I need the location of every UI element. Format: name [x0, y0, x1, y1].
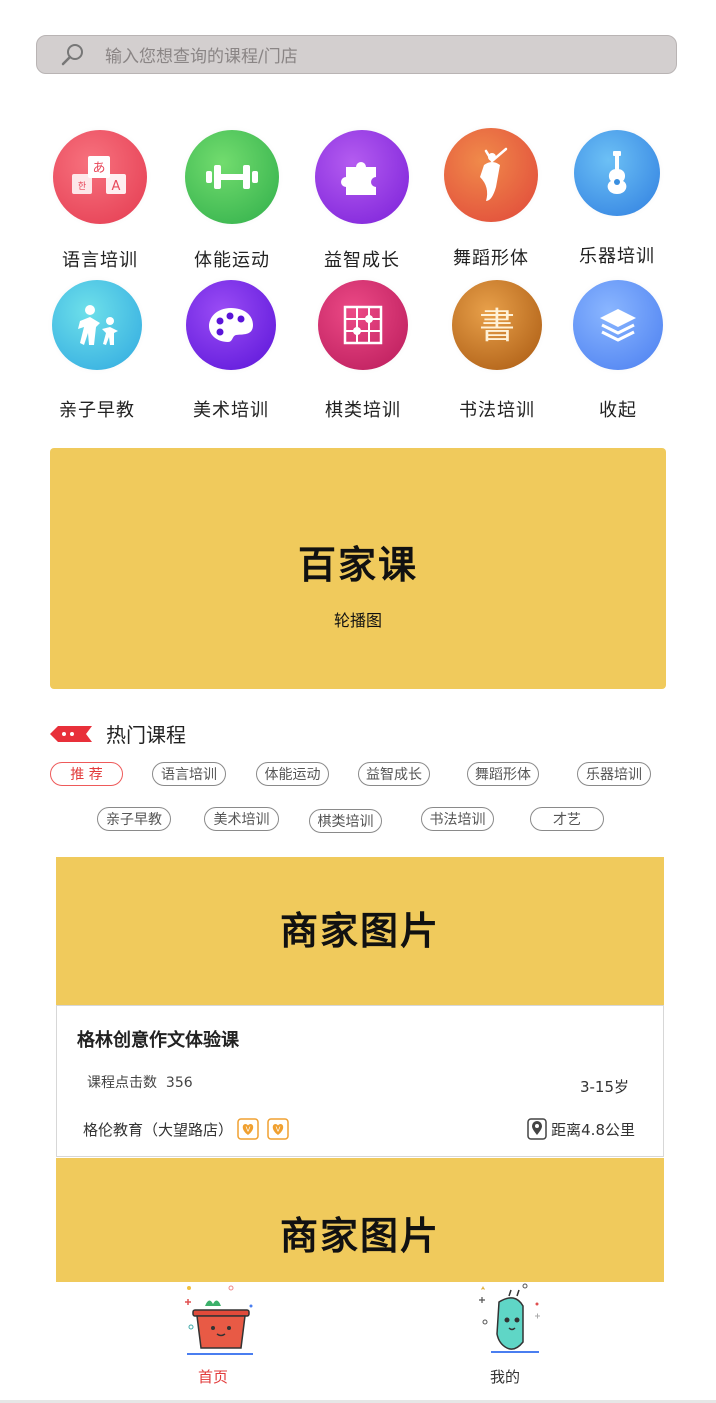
- svg-text:한: 한: [78, 181, 86, 192]
- tab-home-label: 首页: [197, 1368, 228, 1386]
- certified-badge-icon: V: [237, 1118, 259, 1140]
- layers-icon: [573, 280, 663, 370]
- search-bar[interactable]: 输入您想查询的课程/门店: [36, 35, 677, 74]
- category-art[interactable]: 美术培训: [166, 280, 296, 422]
- banner-subtitle: 轮播图: [333, 611, 382, 630]
- svg-text:V: V: [276, 1126, 281, 1134]
- course-title: 格林创意作文体验课: [77, 1030, 239, 1051]
- category-label: 语言培训: [62, 250, 138, 271]
- dumbbell-icon: [185, 130, 279, 224]
- category-label: 书法培训: [459, 400, 535, 421]
- tag-fitness[interactable]: 体能运动: [256, 762, 329, 786]
- tab-mine-label: 我的: [489, 1368, 520, 1386]
- dancer-icon: [444, 128, 538, 222]
- guitar-icon: [574, 130, 660, 216]
- category-instrument[interactable]: 乐器培训: [552, 130, 682, 268]
- category-calligraphy[interactable]: 書 书法培训: [432, 280, 562, 422]
- home-basket-icon: [185, 1285, 255, 1355]
- tag-calligraphy[interactable]: 书法培训: [421, 807, 494, 831]
- language-icon: あ A 한: [53, 130, 147, 224]
- category-label: 亲子早教: [59, 400, 135, 421]
- course-clicks: 课程点击数 356: [87, 1072, 193, 1092]
- section-title: 热门课程: [106, 723, 186, 747]
- location-pin-icon: [527, 1118, 547, 1140]
- banner-title: 百家课: [297, 543, 418, 587]
- svg-text:書: 書: [479, 306, 515, 347]
- category-dance[interactable]: 舞蹈形体: [426, 128, 556, 270]
- course-card[interactable]: 格林创意作文体验课 课程点击数 356 3-15岁 格伦教育（大望路店） V V…: [56, 1005, 664, 1157]
- puzzle-icon: [315, 130, 409, 224]
- parent-child-icon: [52, 280, 142, 370]
- tag-recommend[interactable]: 推 荐: [50, 762, 123, 786]
- tag-puzzle[interactable]: 益智成长: [358, 762, 430, 786]
- merchant-image[interactable]: 商家图片: [56, 1158, 664, 1282]
- store-info: 格伦教育（大望路店） V V: [83, 1118, 289, 1140]
- tag-instrument[interactable]: 乐器培训: [577, 762, 651, 786]
- svg-text:V: V: [246, 1126, 251, 1134]
- tag-language[interactable]: 语言培训: [152, 762, 226, 786]
- tag-parent-child[interactable]: 亲子早教: [97, 807, 171, 831]
- hot-courses-header: 热门课程: [50, 719, 186, 748]
- category-chess[interactable]: 棋类培训: [298, 280, 428, 422]
- category-label: 益智成长: [324, 250, 400, 271]
- calligraphy-icon: 書: [452, 280, 542, 370]
- tag-dance[interactable]: 舞蹈形体: [467, 762, 539, 786]
- carousel-banner[interactable]: 百家课 轮播图: [50, 448, 666, 689]
- category-label: 乐器培训: [579, 246, 655, 267]
- search-icon: [61, 43, 83, 65]
- tag-talent[interactable]: 才艺: [530, 807, 604, 831]
- distance-text: 距离4.8公里: [551, 1120, 635, 1139]
- category-label: 体能运动: [194, 250, 270, 271]
- tab-home[interactable]: 首页: [163, 1282, 263, 1387]
- svg-text:あ: あ: [92, 161, 105, 176]
- bottom-tab-bar: 首页 我的: [0, 1282, 716, 1403]
- svg-text:A: A: [112, 179, 121, 194]
- category-label: 收起: [599, 400, 637, 421]
- profile-monster-icon: [479, 1283, 540, 1353]
- chess-board-icon: [318, 280, 408, 370]
- store-name: 格伦教育（大望路店）: [83, 1120, 234, 1139]
- category-fitness[interactable]: 体能运动: [167, 130, 297, 272]
- palette-icon: [186, 280, 276, 370]
- tag-art[interactable]: 美术培训: [204, 807, 279, 831]
- tag-chess[interactable]: 棋类培训: [309, 809, 382, 833]
- clicks-label: 课程点击数: [87, 1075, 157, 1091]
- category-label: 美术培训: [193, 400, 269, 421]
- clicks-value: 356: [165, 1075, 193, 1091]
- merchant-image[interactable]: 商家图片: [56, 857, 664, 1005]
- category-puzzle[interactable]: 益智成长: [297, 130, 427, 272]
- category-label: 棋类培训: [325, 400, 401, 421]
- category-language[interactable]: あ A 한 语言培训: [35, 130, 165, 272]
- tab-mine[interactable]: 我的: [455, 1282, 555, 1387]
- category-parent-child[interactable]: 亲子早教: [32, 280, 162, 422]
- age-range: 3-15岁: [579, 1078, 629, 1096]
- ticket-icon: [50, 725, 92, 742]
- category-collapse[interactable]: 收起: [553, 280, 683, 422]
- verified-badge-icon: V: [267, 1118, 289, 1140]
- search-placeholder: 输入您想查询的课程/门店: [105, 47, 298, 67]
- distance-info: 距离4.8公里: [527, 1118, 635, 1140]
- category-label: 舞蹈形体: [453, 248, 529, 269]
